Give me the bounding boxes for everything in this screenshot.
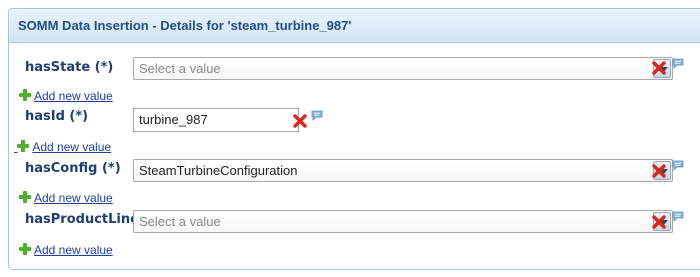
hasstate-add-label: Add new value	[34, 89, 113, 103]
hasid-label: hasId (*)	[25, 109, 89, 124]
delete-icon[interactable]	[652, 164, 666, 178]
hasid-input[interactable]: turbine_987	[133, 108, 299, 132]
panel-title: SOMM Data Insertion - Details for 'steam…	[9, 9, 700, 43]
hasproductline-label: hasProductLine	[25, 212, 139, 227]
hasconfig-select[interactable]: SteamTurbineConfiguration	[133, 159, 673, 182]
hasstate-label: hasState (*)	[25, 60, 114, 75]
hasproductline-add-label: Add new value	[34, 243, 113, 257]
hasconfig-value: SteamTurbineConfiguration	[139, 163, 298, 178]
plus-icon	[19, 243, 31, 255]
hasconfig-add-link[interactable]: Add new value	[19, 191, 113, 205]
hasstate-placeholder: Select a value	[139, 61, 221, 76]
hasproductline-add-link[interactable]: Add new value	[19, 243, 113, 257]
comment-icon[interactable]	[672, 211, 684, 222]
hasconfig-label: hasConfig (*)	[25, 161, 121, 176]
plus-icon	[19, 191, 31, 203]
comment-icon[interactable]	[672, 58, 684, 69]
hasstate-select[interactable]: Select a value	[133, 57, 673, 80]
delete-icon[interactable]	[652, 215, 666, 229]
comment-icon[interactable]	[311, 110, 323, 121]
hasid-add-link[interactable]: Add new value	[14, 140, 111, 154]
comment-icon[interactable]	[672, 160, 684, 171]
hasproductline-select[interactable]: Select a value	[133, 210, 673, 233]
delete-icon[interactable]	[293, 114, 307, 128]
hasstate-add-link[interactable]: Add new value	[19, 89, 113, 103]
plus-icon	[19, 89, 31, 101]
hasid-add-label: Add new value	[32, 140, 112, 154]
insertion-panel: SOMM Data Insertion - Details for 'steam…	[8, 8, 700, 270]
delete-icon[interactable]	[652, 61, 666, 75]
plus-icon	[17, 140, 30, 152]
hasconfig-add-label: Add new value	[34, 191, 113, 205]
hasproductline-placeholder: Select a value	[139, 214, 221, 229]
